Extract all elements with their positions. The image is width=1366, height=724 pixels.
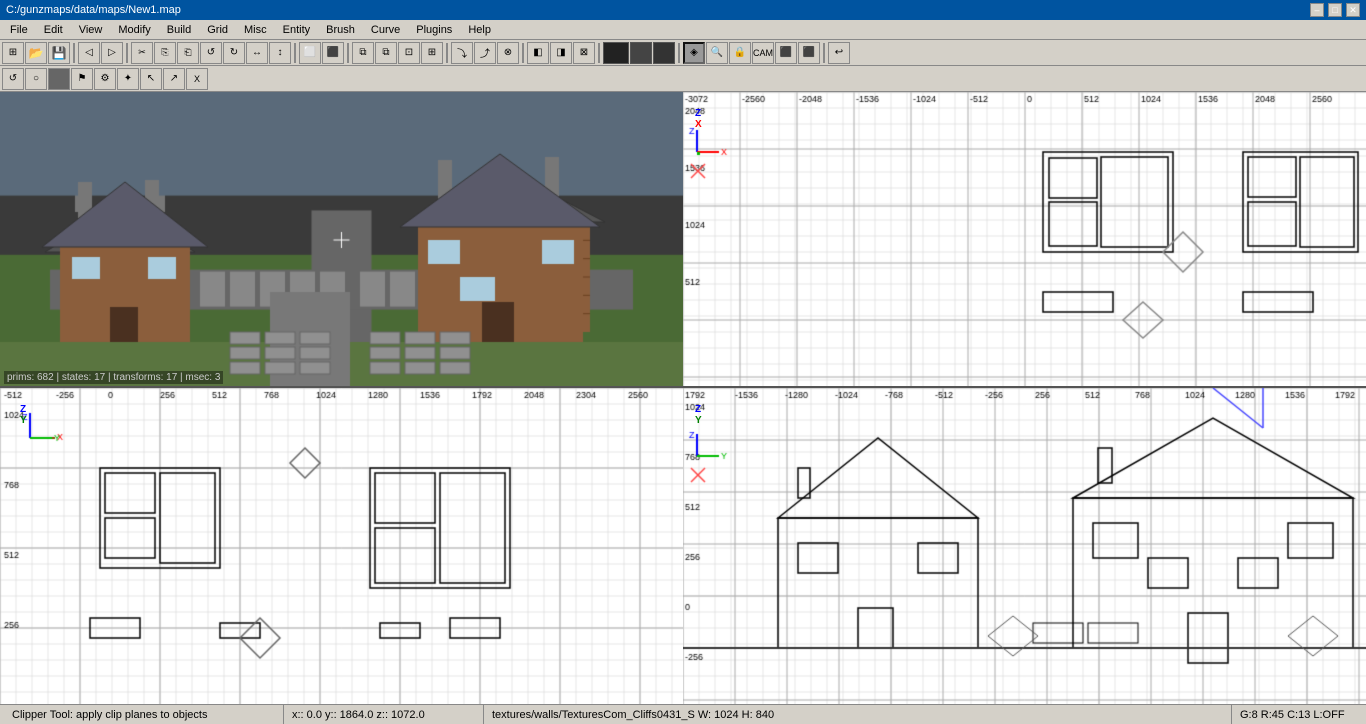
titlebar-controls: – □ ✕ xyxy=(1310,3,1360,17)
status-grid: G:8 R:45 C:13 L:OFF xyxy=(1232,705,1362,724)
tb-back[interactable]: ↩ xyxy=(828,42,850,64)
tb2-circle[interactable]: ○ xyxy=(25,68,47,90)
tb-view3[interactable]: ⊡ xyxy=(398,42,420,64)
menu-grid[interactable]: Grid xyxy=(199,22,236,38)
status-coords: x:: 0.0 y:: 1864.0 z:: 1072.0 xyxy=(284,705,484,724)
tb-connect3[interactable]: ⊗ xyxy=(497,42,519,64)
xy-canvas xyxy=(0,388,683,704)
main-area: prims: 682 | states: 17 | transforms: 17… xyxy=(0,92,1366,704)
sep2 xyxy=(126,43,128,63)
sep4 xyxy=(347,43,349,63)
tb-redo[interactable]: ▷ xyxy=(101,42,123,64)
titlebar-title: C:/gunzmaps/data/maps/New1.map xyxy=(6,4,181,16)
tb2-star[interactable]: ✦ xyxy=(117,68,139,90)
menu-file[interactable]: File xyxy=(2,22,36,38)
menu-plugins[interactable]: Plugins xyxy=(408,22,460,38)
yz-canvas xyxy=(683,388,1366,704)
menu-brush[interactable]: Brush xyxy=(318,22,363,38)
tb-tex1[interactable] xyxy=(603,42,629,64)
viewport-3d-info: prims: 682 | states: 17 | transforms: 17… xyxy=(4,371,223,384)
sep1 xyxy=(73,43,75,63)
sep6 xyxy=(522,43,524,63)
menu-edit[interactable]: Edit xyxy=(36,22,71,38)
toolbar1: ⊞ 📂 💾 ◁ ▷ ✂ ⎘ ⎗ ↺ ↻ ↔ ↕ ⬜ ⬛ ⧉ ⧉ ⊡ ⊞ ⤵ ⤴ … xyxy=(0,40,1366,66)
tb2-a2[interactable]: ↗ xyxy=(163,68,185,90)
titlebar: C:/gunzmaps/data/maps/New1.map – □ ✕ xyxy=(0,0,1366,20)
viewport-xy[interactable]: Z Y xyxy=(0,388,683,704)
close-button[interactable]: ✕ xyxy=(1346,3,1360,17)
tb-patch2[interactable]: ◨ xyxy=(550,42,572,64)
3d-canvas xyxy=(0,92,683,388)
viewport-yz[interactable]: Z Y xyxy=(683,388,1366,704)
tb-flip-v[interactable]: ↕ xyxy=(269,42,291,64)
left-panels: prims: 682 | states: 17 | transforms: 17… xyxy=(0,92,683,704)
tb2-sel[interactable] xyxy=(48,68,70,90)
tb-cam3[interactable]: ⬛ xyxy=(798,42,820,64)
toolbar2: ↺ ○ ⚑ ⚙ ✦ ↖ ↗ X xyxy=(0,66,1366,92)
tb-magnet[interactable]: 🔍 xyxy=(706,42,728,64)
tb-cut[interactable]: ✂ xyxy=(131,42,153,64)
tb-select2[interactable]: ⬛ xyxy=(322,42,344,64)
tb-lock[interactable]: 🔒 xyxy=(729,42,751,64)
status-tool: Clipper Tool: apply clip planes to objec… xyxy=(4,705,284,724)
menu-curve[interactable]: Curve xyxy=(363,22,408,38)
sep3 xyxy=(294,43,296,63)
tb-rotate-left[interactable]: ↺ xyxy=(200,42,222,64)
tb2-a3[interactable]: X xyxy=(186,68,208,90)
yz-axis: Z Y xyxy=(695,404,702,426)
tb-tex3[interactable] xyxy=(653,42,675,64)
tb-tex2[interactable] xyxy=(630,42,652,64)
tb-patch1[interactable]: ◧ xyxy=(527,42,549,64)
tb-new[interactable]: ⊞ xyxy=(2,42,24,64)
sep5 xyxy=(446,43,448,63)
xz-canvas xyxy=(683,92,1366,388)
maximize-button[interactable]: □ xyxy=(1328,3,1342,17)
xz-axis: Z X xyxy=(695,108,702,130)
tb2-rot[interactable]: ↺ xyxy=(2,68,24,90)
right-panels: Z X Z Y xyxy=(683,92,1366,704)
minimize-button[interactable]: – xyxy=(1310,3,1324,17)
tb-rotate-right[interactable]: ↻ xyxy=(223,42,245,64)
tb-view4[interactable]: ⊞ xyxy=(421,42,443,64)
menu-build[interactable]: Build xyxy=(159,22,199,38)
xy-axis: Z Y xyxy=(20,404,27,426)
viewport-3d[interactable]: prims: 682 | states: 17 | transforms: 17… xyxy=(0,92,683,388)
menu-view[interactable]: View xyxy=(71,22,111,38)
tb-cam1[interactable]: CAM xyxy=(752,42,774,64)
tb-save[interactable]: 💾 xyxy=(48,42,70,64)
tb-copy[interactable]: ⎘ xyxy=(154,42,176,64)
menu-misc[interactable]: Misc xyxy=(236,22,275,38)
tb-open[interactable]: 📂 xyxy=(25,42,47,64)
tb-undo[interactable]: ◁ xyxy=(78,42,100,64)
viewport-xz[interactable]: Z X xyxy=(683,92,1366,388)
tb-connect2[interactable]: ⤴ xyxy=(474,42,496,64)
statusbar: Clipper Tool: apply clip planes to objec… xyxy=(0,704,1366,724)
tb-paste[interactable]: ⎗ xyxy=(177,42,199,64)
tb-select1[interactable]: ⬜ xyxy=(299,42,321,64)
tb-active-tool[interactable]: ◈ xyxy=(683,42,705,64)
menu-entity[interactable]: Entity xyxy=(275,22,319,38)
tb-patch3[interactable]: ⊠ xyxy=(573,42,595,64)
tb-connect1[interactable]: ⤵ xyxy=(451,42,473,64)
tb2-a1[interactable]: ↖ xyxy=(140,68,162,90)
sep7 xyxy=(598,43,600,63)
sep9 xyxy=(823,43,825,63)
tb-view2[interactable]: ⧉ xyxy=(375,42,397,64)
menu-modify[interactable]: Modify xyxy=(110,22,158,38)
tb-cam2[interactable]: ⬛ xyxy=(775,42,797,64)
tb-flip-h[interactable]: ↔ xyxy=(246,42,268,64)
tb2-ent[interactable]: ⚙ xyxy=(94,68,116,90)
menu-help[interactable]: Help xyxy=(460,22,499,38)
tb-view1[interactable]: ⧉ xyxy=(352,42,374,64)
tb2-flag[interactable]: ⚑ xyxy=(71,68,93,90)
status-texture: textures/walls/TexturesCom_Cliffs0431_S … xyxy=(484,705,1232,724)
menubar: File Edit View Modify Build Grid Misc En… xyxy=(0,20,1366,40)
sep8 xyxy=(678,43,680,63)
